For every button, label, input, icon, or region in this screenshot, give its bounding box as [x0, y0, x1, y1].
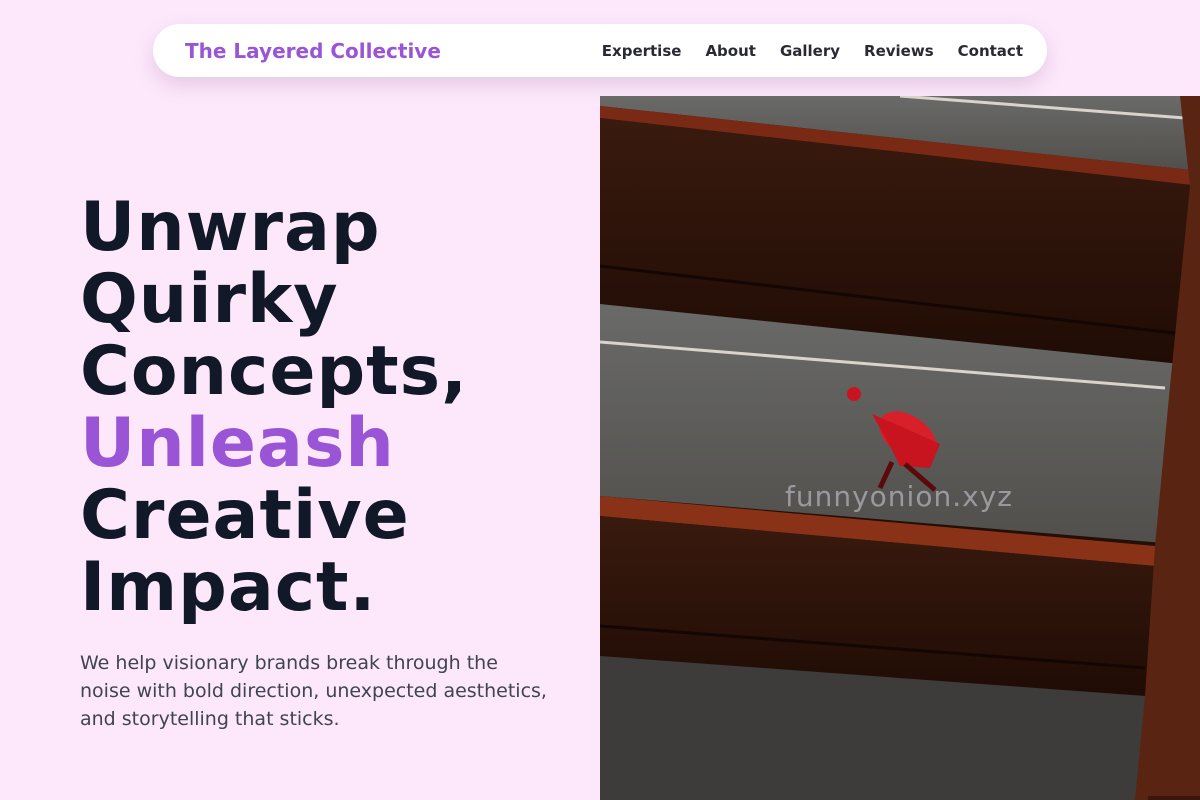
nav-link-gallery[interactable]: Gallery — [780, 42, 840, 60]
nav-link-about[interactable]: About — [705, 42, 756, 60]
headline-line: Unwrap — [80, 188, 381, 267]
top-nav: The Layered Collective Expertise About G… — [153, 24, 1047, 77]
parking-garage-photo — [600, 96, 1200, 800]
photo-watermark: funnyonion.xyz — [785, 480, 1013, 513]
hero-headline: Unwrap Quirky Concepts, Unleash Creative… — [80, 192, 468, 624]
nav-links: Expertise About Gallery Reviews Contact — [602, 42, 1023, 60]
nav-link-contact[interactable]: Contact — [958, 42, 1023, 60]
headline-line: Impact. — [80, 548, 377, 627]
page: The Layered Collective Expertise About G… — [0, 0, 1200, 800]
hero-photo — [600, 96, 1200, 800]
headline-accent-line: Unleash — [80, 404, 395, 483]
headline-line: Creative — [80, 476, 410, 555]
headline-line: Quirky — [80, 260, 339, 339]
brand-logo[interactable]: The Layered Collective — [185, 39, 441, 63]
headline-line: Concepts, — [80, 332, 468, 411]
nav-link-expertise[interactable]: Expertise — [602, 42, 682, 60]
nav-link-reviews[interactable]: Reviews — [864, 42, 934, 60]
hero-subtext: We help visionary brands break through t… — [80, 652, 547, 730]
